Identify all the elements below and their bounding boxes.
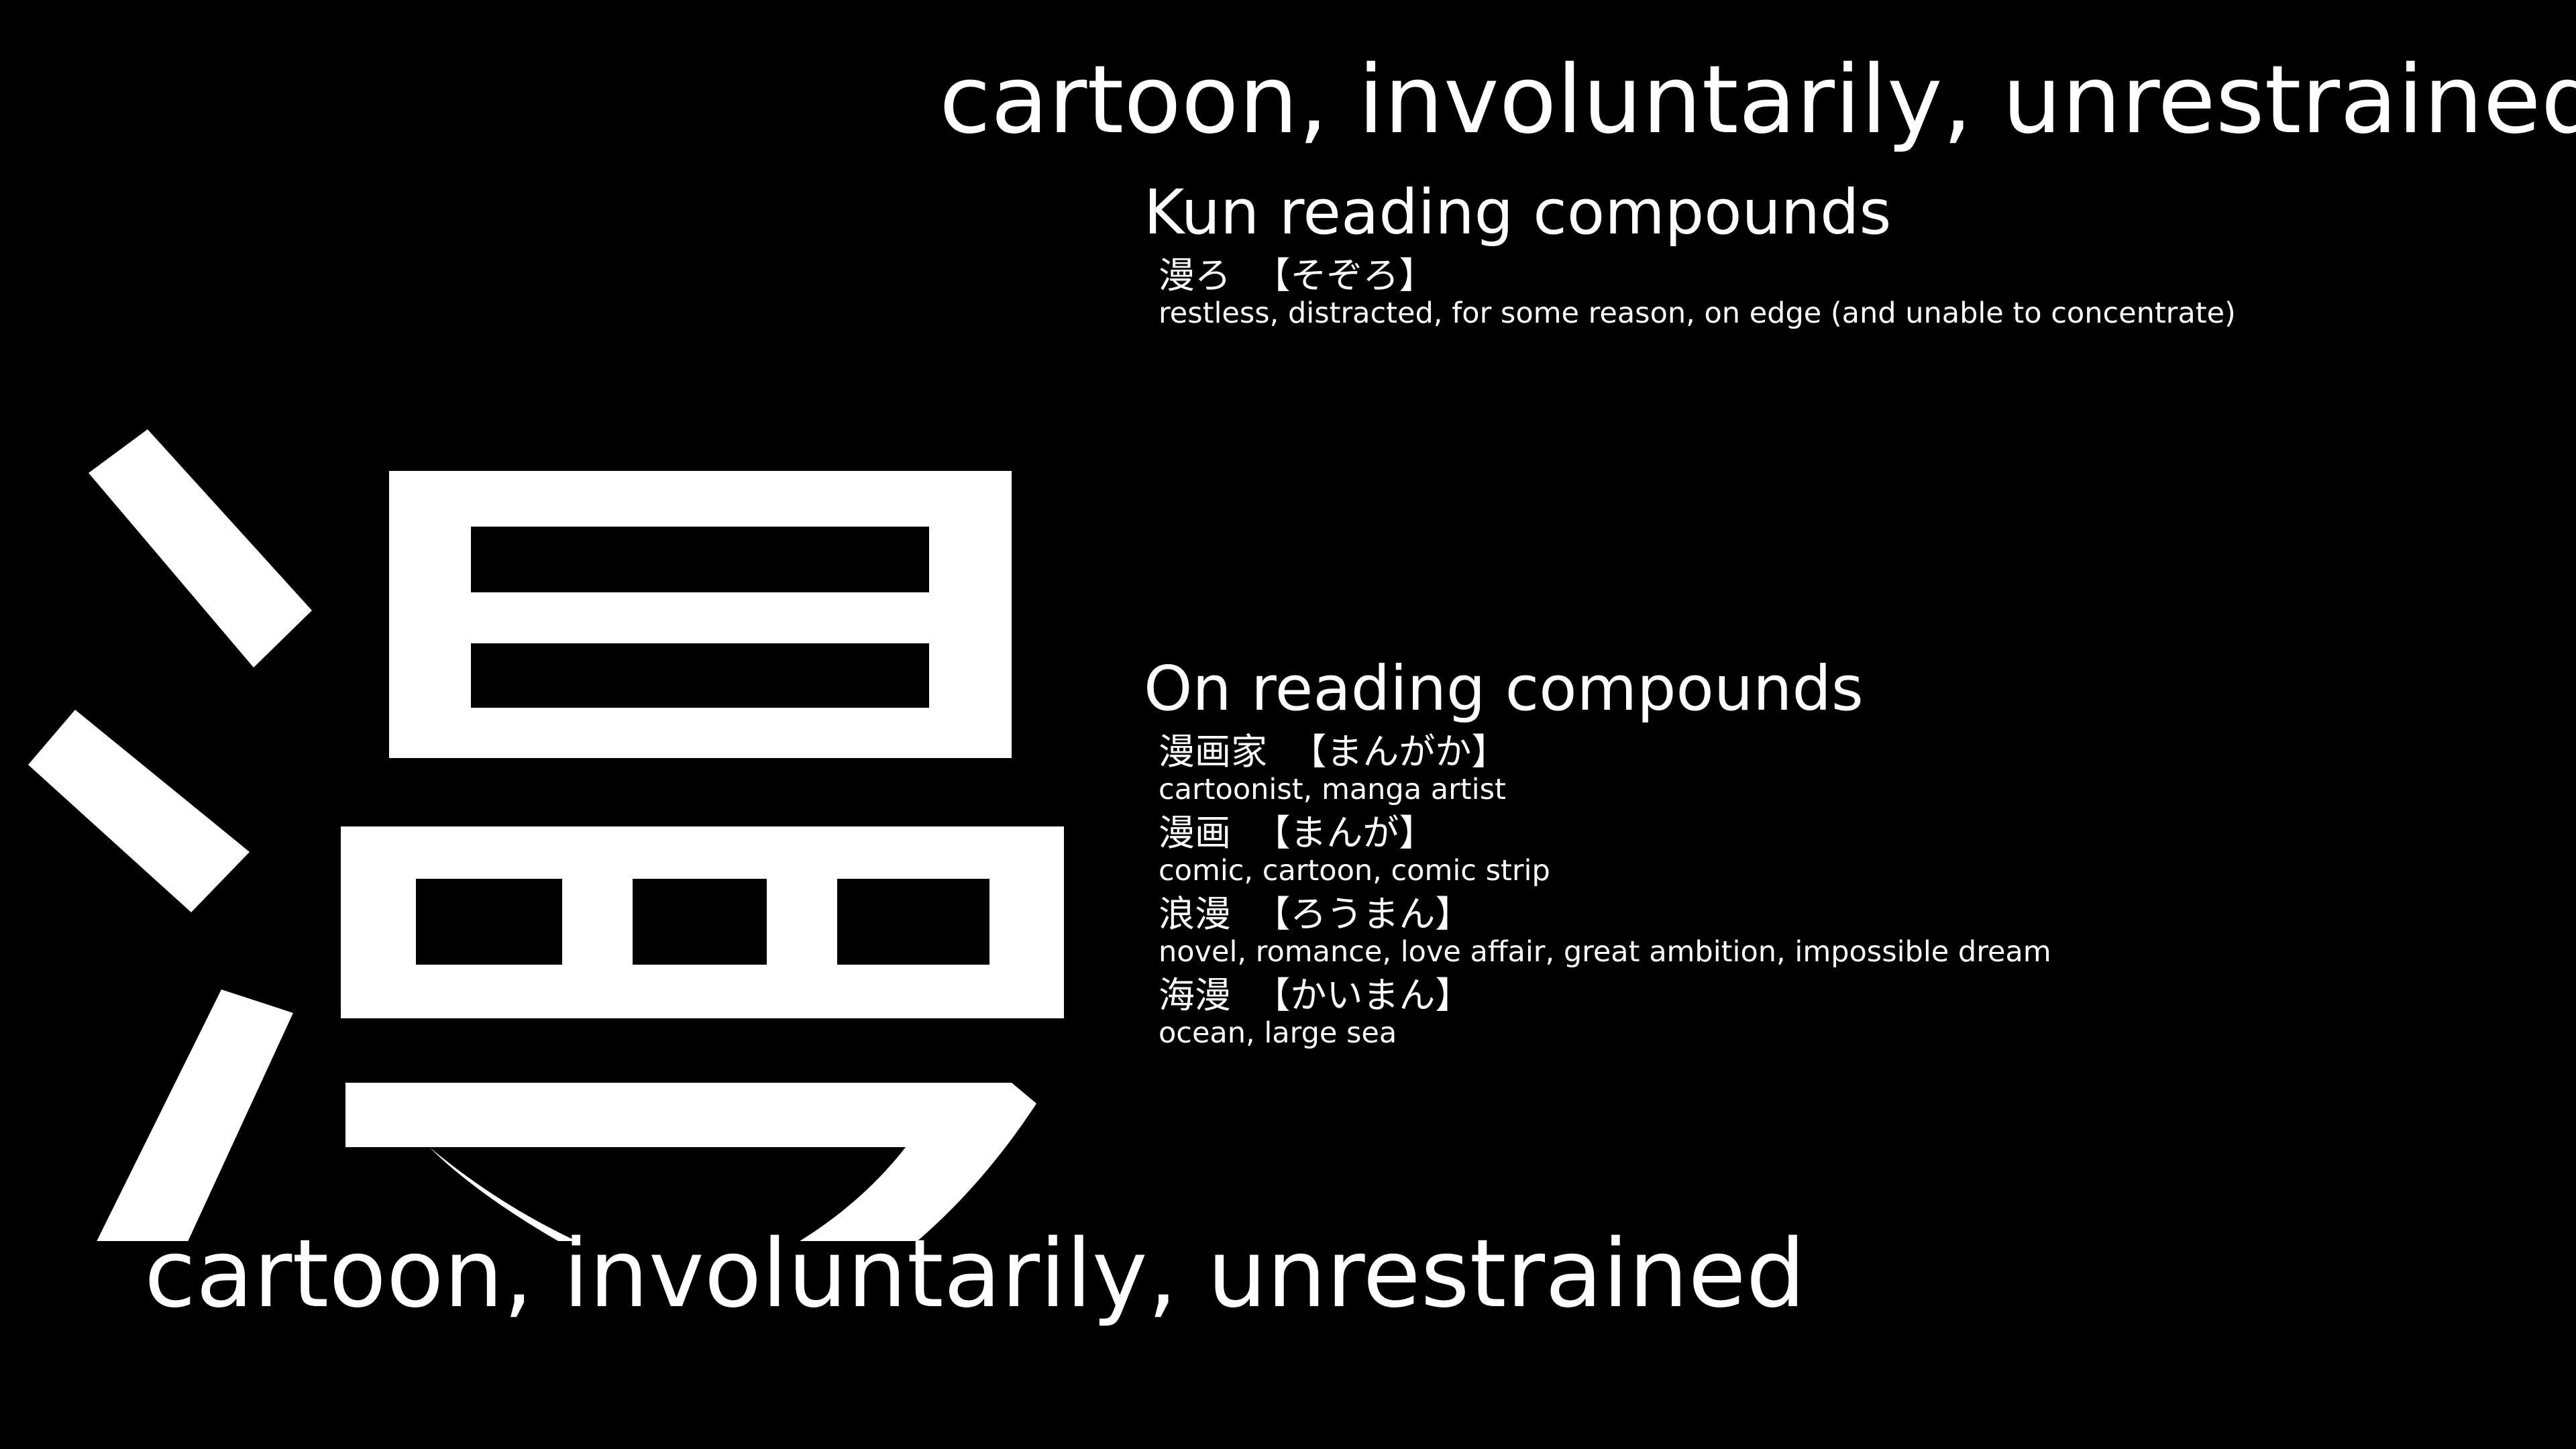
compound-head: 海漫 【かいまん】	[1159, 975, 2051, 1016]
meaning-top: cartoon, involuntarily, unrestrained	[939, 46, 2576, 155]
compound-reading: 【そぞろ】	[1254, 254, 1436, 297]
compound-gloss: restless, distracted, for some reason, o…	[1159, 297, 2236, 330]
on-compound-item: 海漫 【かいまん】 ocean, large sea	[1159, 975, 2051, 1051]
on-compound-list: 漫画家 【まんがか】 cartoonist, manga artist 漫画 【…	[1144, 731, 2051, 1051]
kanji-stroke-rise	[97, 989, 293, 1241]
on-reading-section: On reading compounds 漫画家 【まんがか】 cartooni…	[1144, 652, 2051, 1050]
compound-reading: 【かいまん】	[1254, 974, 1472, 1016]
compound-head: 漫ろ 【そぞろ】	[1159, 255, 2236, 297]
compound-head: 浪漫 【ろうまん】	[1159, 894, 2051, 935]
kanji-component-sun	[389, 471, 1012, 758]
compound-gloss: cartoonist, manga artist	[1159, 773, 1506, 806]
compound-head: 漫画 【まんが】	[1159, 812, 2051, 854]
on-compound-item: 漫画 【まんが】 comic, cartoon, comic strip	[1159, 812, 2051, 888]
compound-head: 漫画家 【まんがか】	[1159, 731, 2051, 773]
kun-compound-list: 漫ろ 【そぞろ】 restless, distracted, for some …	[1144, 255, 2236, 331]
compound-word: 漫画家	[1159, 731, 1267, 773]
kun-compound-item: 漫ろ 【そぞろ】 restless, distracted, for some …	[1159, 255, 2236, 331]
compound-reading: 【まんがか】	[1290, 731, 1508, 773]
kanji-component-again	[345, 1083, 1036, 1241]
on-compound-item: 浪漫 【ろうまん】 novel, romance, love affair, g…	[1159, 894, 2051, 969]
compound-word: 海漫	[1159, 974, 1231, 1016]
kun-reading-section: Kun reading compounds 漫ろ 【そぞろ】 restless,…	[1144, 176, 2236, 330]
meaning-bottom: cartoon, involuntarily, unrestrained	[144, 1220, 1806, 1329]
compound-word: 漫画	[1159, 812, 1231, 854]
kanji-stroke-dot-1	[89, 429, 312, 667]
kanji-glyph	[28, 429, 1064, 1241]
compound-reading: 【まんが】	[1254, 812, 1436, 854]
compound-word: 漫ろ	[1159, 254, 1231, 297]
kun-heading: Kun reading compounds	[1144, 176, 1892, 248]
compound-gloss: comic, cartoon, comic strip	[1159, 854, 1550, 888]
compound-gloss: ocean, large sea	[1159, 1016, 1397, 1050]
compound-gloss: novel, romance, love affair, great ambit…	[1159, 935, 2051, 969]
compound-word: 浪漫	[1159, 893, 1231, 935]
kanji-component-net	[341, 826, 1064, 1018]
compound-reading: 【ろうまん】	[1254, 893, 1472, 935]
on-compound-item: 漫画家 【まんがか】 cartoonist, manga artist	[1159, 731, 2051, 807]
on-heading: On reading compounds	[1144, 653, 1864, 724]
kanji-stroke-dot-2	[28, 710, 250, 912]
